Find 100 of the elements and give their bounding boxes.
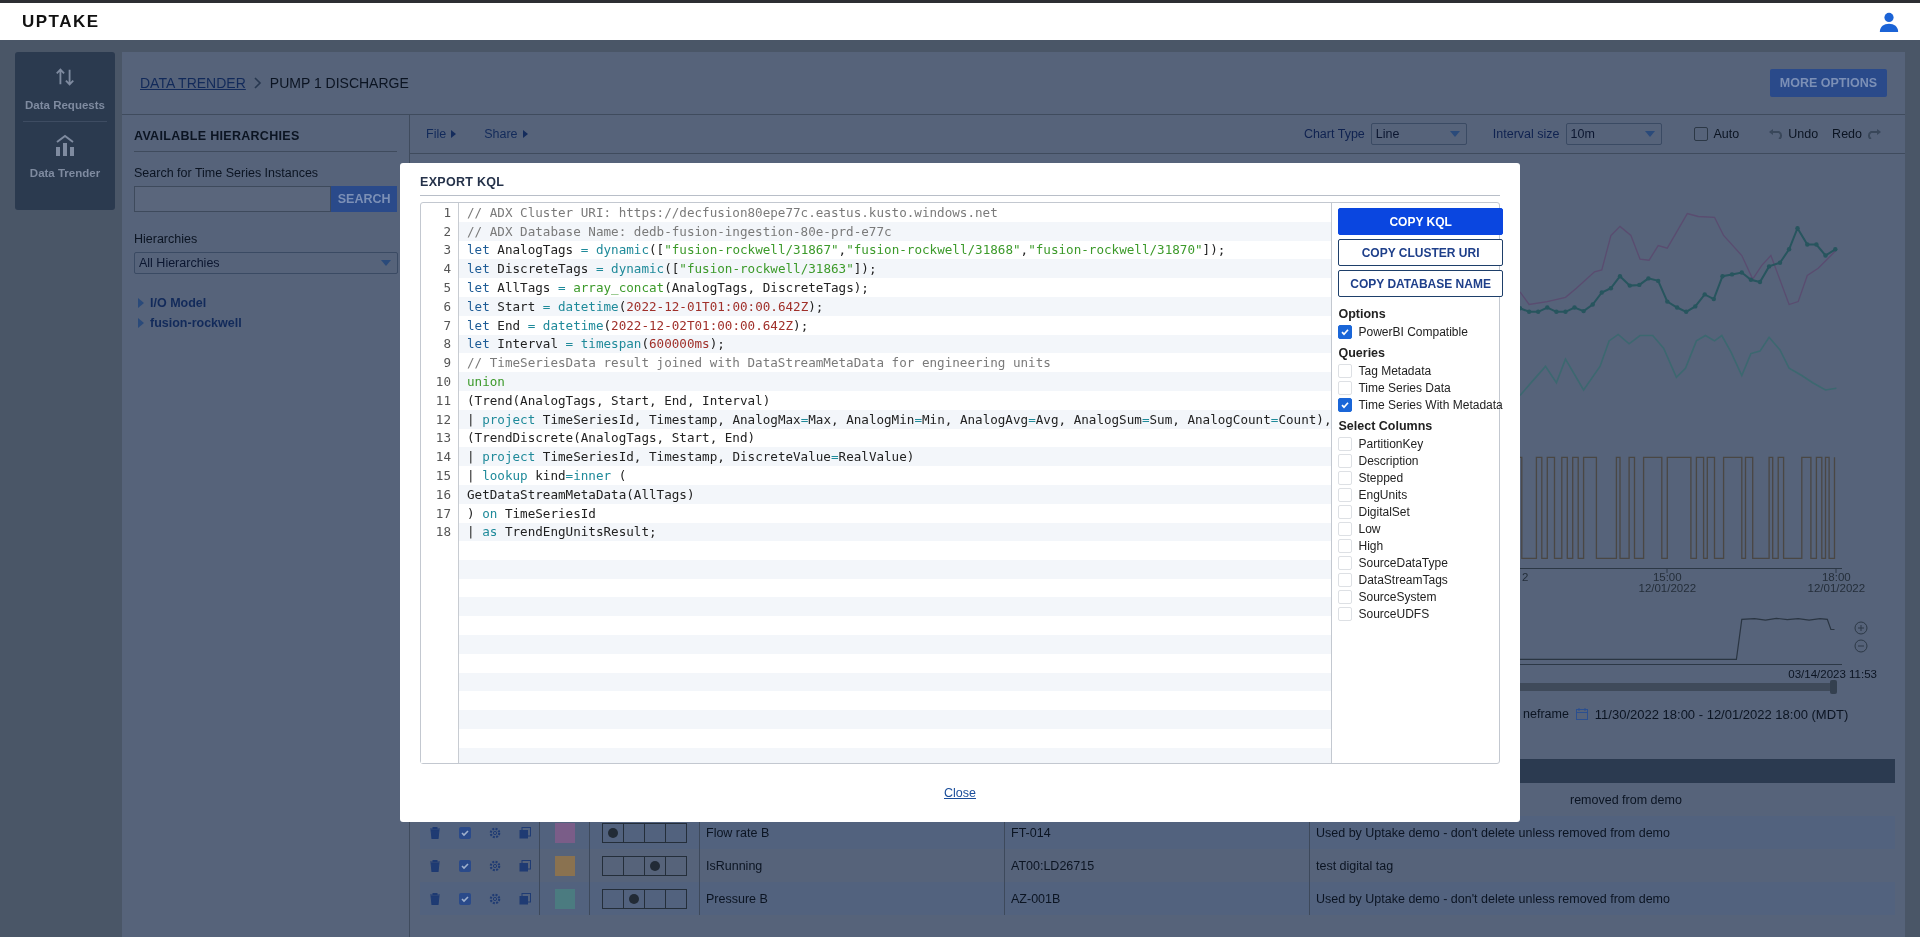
code-editor[interactable] <box>421 203 1333 763</box>
checkbox-label[interactable]: PartitionKey <box>1358 436 1424 451</box>
zoom-in-icon[interactable] <box>1854 621 1868 635</box>
visibility-checkbox[interactable] <box>459 859 471 872</box>
trash-icon[interactable] <box>430 859 440 872</box>
checkbox-label[interactable]: PowerBI Compatible <box>1358 324 1468 339</box>
hierarchies-label: Hierarchies <box>134 232 199 246</box>
copy-button[interactable]: COPY DATABASE NAME <box>1338 270 1503 297</box>
line-number: 13 <box>434 430 452 446</box>
code-line: ) on TimeSeriesId <box>466 505 596 521</box>
group-heading: Select Columns <box>1338 419 1434 433</box>
settings-icon[interactable] <box>489 892 501 905</box>
checkbox-label[interactable]: Tag Metadata <box>1358 363 1432 378</box>
table-cell-text: removed from demo <box>1569 791 1683 809</box>
checkmark-icon <box>1340 399 1351 410</box>
checkbox-label[interactable]: EngUnits <box>1358 487 1408 502</box>
dialog-title: EXPORT KQL <box>420 171 1500 196</box>
copy-icon[interactable] <box>518 859 531 872</box>
redo-arrow-icon <box>1865 129 1881 139</box>
code-line: | project TimeSeriesId, Timestamp, DiscreteValue=RealValue) <box>466 449 915 465</box>
color-swatch[interactable] <box>554 855 575 876</box>
copy-button[interactable]: COPY KQL <box>1338 208 1503 235</box>
trash-icon[interactable] <box>430 892 440 905</box>
overview-end-label: 03/14/2023 11:53 <box>1787 668 1878 680</box>
code-line: let AllTags = array_concat(AnalogTags, DiscreteTags); <box>466 280 869 296</box>
copy-button[interactable]: COPY CLUSTER URI <box>1338 239 1503 266</box>
color-swatch[interactable] <box>554 888 575 909</box>
line-number: 7 <box>442 317 452 333</box>
checkbox-label[interactable]: Stepped <box>1358 470 1404 485</box>
line-number: 2 <box>442 223 452 239</box>
code-line: GetDataStreamMetaData(AllTags) <box>466 486 695 502</box>
checkmark-icon <box>460 893 470 904</box>
trash-icon[interactable] <box>430 826 440 839</box>
checkmark-icon <box>460 827 470 838</box>
line-number: 1 <box>442 204 452 220</box>
checkmark-icon <box>460 860 470 871</box>
code-line: | as TrendEngUnitsResult; <box>466 524 657 540</box>
axis-tick-label: 18:00 12/01/2022 <box>1807 571 1866 594</box>
copy-icon[interactable] <box>518 826 531 839</box>
axis-position-selector[interactable] <box>602 888 687 909</box>
color-swatch[interactable] <box>554 822 575 843</box>
code-line: let End = datetime(2022-12-02T01:00:00.642Z); <box>466 317 809 333</box>
settings-icon[interactable] <box>489 826 501 839</box>
code-line: // ADX Cluster URI: https://decfusion80epe77c.eastus.kusto.windows.net <box>466 204 998 220</box>
checkbox-label[interactable]: DataStreamTags <box>1358 572 1448 587</box>
line-number: 18 <box>434 524 452 540</box>
checkbox[interactable] <box>1338 324 1353 339</box>
zoom-out-icon[interactable] <box>1854 639 1868 653</box>
copy-icon[interactable] <box>518 892 531 905</box>
caret-icon <box>1449 131 1460 137</box>
code-line: // TimeSeriesData result joined with DataStreamMetaData for engineering units <box>466 355 1051 371</box>
code-line: // ADX Database Name: dedb-fusion-ingestion-80e-prd-e77c <box>466 223 892 239</box>
panel-title: AVAILABLE HIERARCHIES <box>134 129 397 152</box>
line-number: 4 <box>442 261 452 277</box>
table-cell: Pressure B <box>700 882 1005 915</box>
timeframe-label: neframe <box>1523 707 1569 721</box>
checkbox-label[interactable]: Description <box>1358 453 1419 468</box>
triangle-right-icon <box>451 130 457 138</box>
checkbox-label[interactable]: Low <box>1358 521 1381 536</box>
line-number: 15 <box>434 468 452 484</box>
line-number: 6 <box>442 298 452 314</box>
table-cell: AZ-001B <box>1005 882 1310 915</box>
table-cell-text: Used by Uptake demo - don't delete unless removed from demo <box>1315 824 1671 842</box>
auto-label: Auto <box>1713 127 1740 141</box>
code-line: union <box>466 374 505 390</box>
slider-handle[interactable] <box>1830 680 1837 694</box>
line-number: 9 <box>442 355 452 371</box>
checkbox-label[interactable]: SourceSystem <box>1358 589 1437 604</box>
close-link[interactable]: Close <box>944 786 976 800</box>
bar-chart-icon <box>53 133 77 157</box>
code-line: | lookup kind=inner ( <box>466 468 627 484</box>
settings-icon[interactable] <box>489 859 501 872</box>
checkbox-label[interactable]: SourceDataType <box>1358 555 1448 570</box>
checkbox[interactable] <box>1338 397 1353 412</box>
checkbox-label[interactable]: SourceUDFS <box>1358 606 1430 621</box>
checkbox-label[interactable]: DigitalSet <box>1358 504 1410 519</box>
checkbox-label[interactable]: Time Series With Metadata <box>1358 397 1503 412</box>
chart-type-label: Chart Type <box>1303 127 1365 141</box>
group-heading: Options <box>1338 307 1387 321</box>
caret-icon <box>381 260 391 266</box>
search-field[interactable] <box>134 186 332 212</box>
checkbox-label[interactable]: Time Series Data <box>1358 380 1451 395</box>
code-line: | project TimeSeriesId, Timestamp, AnalogMax=Max, AnalogMin=Min, AnalogAvg=Avg, AnalogSum=Sum, AnalogCount=Count), <box>466 411 1332 427</box>
user-icon[interactable] <box>1878 10 1900 33</box>
calendar-icon[interactable] <box>1575 708 1588 720</box>
auto-checkbox[interactable] <box>1693 127 1708 141</box>
search-label: Search for Time Series Instances <box>134 166 320 180</box>
breadcrumb-current: PUMP 1 DISCHARGE <box>269 75 409 91</box>
table-cell-text: Used by Uptake demo - don't delete unless removed from demo <box>1315 890 1671 908</box>
line-number: 10 <box>434 374 452 390</box>
visibility-checkbox[interactable] <box>459 892 471 905</box>
line-number: 11 <box>434 392 452 408</box>
line-number: 3 <box>442 242 452 258</box>
table-cell-text: test digital tag <box>1315 857 1395 875</box>
checkmark-icon <box>1340 326 1351 337</box>
line-number: 16 <box>434 486 452 502</box>
checkbox-label[interactable]: High <box>1358 538 1384 553</box>
chevron-right-icon <box>253 77 262 89</box>
axis-position-selector[interactable] <box>602 855 687 876</box>
visibility-checkbox[interactable] <box>459 826 471 839</box>
